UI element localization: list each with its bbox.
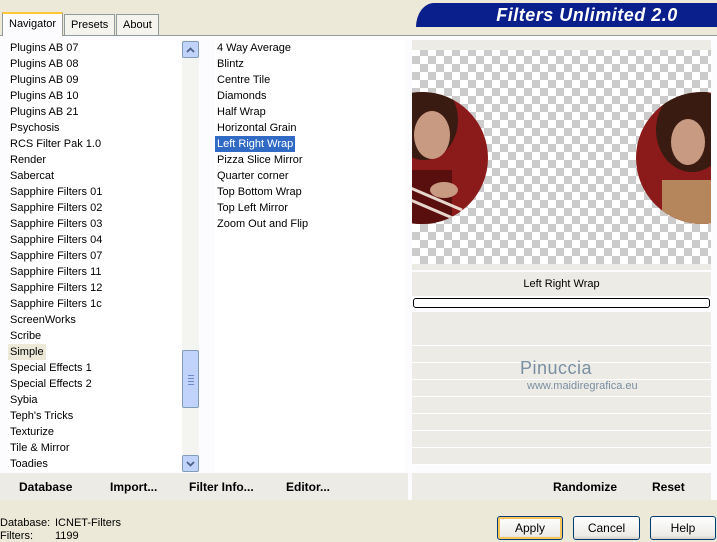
database-button[interactable]: Database (19, 480, 72, 494)
filter-item[interactable]: Top Bottom Wrap (215, 184, 304, 200)
parameter-row (412, 397, 711, 414)
preview-filter-name: Left Right Wrap (412, 272, 711, 296)
editor-button[interactable]: Editor... (286, 480, 330, 494)
category-item[interactable]: Texturize (8, 424, 56, 440)
filter-item[interactable]: Zoom Out and Flip (215, 216, 310, 232)
progress-bar (413, 298, 710, 308)
tab-about[interactable]: About (116, 14, 159, 35)
filter-item[interactable]: Blintz (215, 56, 246, 72)
filter-item[interactable]: Half Wrap (215, 104, 268, 120)
filter-list[interactable]: 4 Way Average Blintz Centre Tile Diamonds Ha… (215, 40, 405, 472)
chevron-up-icon (186, 46, 195, 53)
filter-item[interactable]: Quarter corner (215, 168, 291, 184)
category-item[interactable]: RCS Filter Pak 1.0 (8, 136, 103, 152)
category-list[interactable]: Plugins AB 07 Plugins AB 08 Plugins AB 09 P… (8, 40, 182, 472)
category-item[interactable]: Sapphire Filters 02 (8, 200, 104, 216)
apply-button[interactable]: Apply (497, 516, 563, 540)
category-item[interactable]: Sapphire Filters 01 (8, 184, 104, 200)
parameter-row (412, 329, 711, 346)
parameter-row (412, 414, 711, 431)
preview-area (412, 40, 711, 270)
app-title: Filters Unlimited 2.0 (496, 5, 678, 25)
filter-item[interactable]: Pizza Slice Mirror (215, 152, 305, 168)
scroll-down-button[interactable] (182, 455, 199, 472)
category-item[interactable]: Sapphire Filters 12 (8, 280, 104, 296)
category-item[interactable]: Plugins AB 09 (8, 72, 81, 88)
category-item[interactable]: Special Effects 2 (8, 376, 94, 392)
tab-presets[interactable]: Presets (64, 14, 116, 35)
category-item[interactable]: Scribe (8, 328, 43, 344)
scroll-up-button[interactable] (182, 41, 199, 58)
scroll-thumb[interactable] (182, 350, 199, 408)
category-item[interactable]: Sapphire Filters 04 (8, 232, 104, 248)
category-item[interactable]: Sapphire Filters 03 (8, 216, 104, 232)
category-item[interactable]: Tile & Mirror (8, 440, 71, 456)
parameter-row (412, 431, 711, 448)
category-item[interactable]: Plugins AB 10 (8, 88, 81, 104)
filter-item[interactable]: Left Right Wrap (215, 136, 296, 152)
category-item[interactable]: Sapphire Filters 1c (8, 296, 104, 312)
cancel-button[interactable]: Cancel (573, 516, 640, 540)
category-item[interactable]: Sabercat (8, 168, 56, 184)
reset-button[interactable]: Reset (652, 480, 685, 494)
filter-item[interactable]: Top Left Mirror (215, 200, 290, 216)
category-item[interactable]: Plugins AB 08 (8, 56, 81, 72)
filters-count-label: Filters: (0, 530, 33, 542)
category-item[interactable]: Special Effects 1 (8, 360, 94, 376)
category-item[interactable]: Psychosis (8, 120, 62, 136)
watermark-name: Pinuccia (520, 358, 593, 378)
database-value: ICNET-Filters (55, 517, 121, 529)
category-scrollbar[interactable] (182, 40, 199, 472)
randomize-button[interactable]: Randomize (553, 480, 617, 494)
filter-item[interactable]: Centre Tile (215, 72, 272, 88)
category-item[interactable]: Render (8, 152, 48, 168)
preview-image (412, 50, 711, 264)
database-label: Database: (0, 517, 51, 529)
category-item[interactable]: Plugins AB 21 (8, 104, 81, 120)
filter-item[interactable]: Diamonds (215, 88, 269, 104)
category-item[interactable]: Plugins AB 07 (8, 40, 81, 56)
watermark-site: www.maidiregrafica.eu (527, 380, 638, 392)
category-item[interactable]: Sapphire Filters 07 (8, 248, 104, 264)
category-item[interactable]: Sapphire Filters 11 (8, 264, 104, 280)
category-item[interactable]: Simple (8, 344, 46, 360)
category-item[interactable]: ScreenWorks (8, 312, 78, 328)
tab-navigator[interactable]: Navigator (2, 12, 64, 36)
filters-count-value: 1199 (55, 530, 79, 542)
category-item[interactable]: Sybia (8, 392, 40, 408)
import-button[interactable]: Import... (110, 480, 157, 494)
filter-info-button[interactable]: Filter Info... (189, 480, 254, 494)
parameter-row (412, 448, 711, 465)
parameter-row (412, 312, 711, 330)
filter-item[interactable]: Horizontal Grain (215, 120, 298, 136)
chevron-down-icon (186, 460, 195, 467)
category-item[interactable]: Toadies (8, 456, 50, 472)
filter-item[interactable]: 4 Way Average (215, 40, 293, 56)
category-item[interactable]: Teph's Tricks (8, 408, 75, 424)
help-button[interactable]: Help (650, 516, 716, 540)
